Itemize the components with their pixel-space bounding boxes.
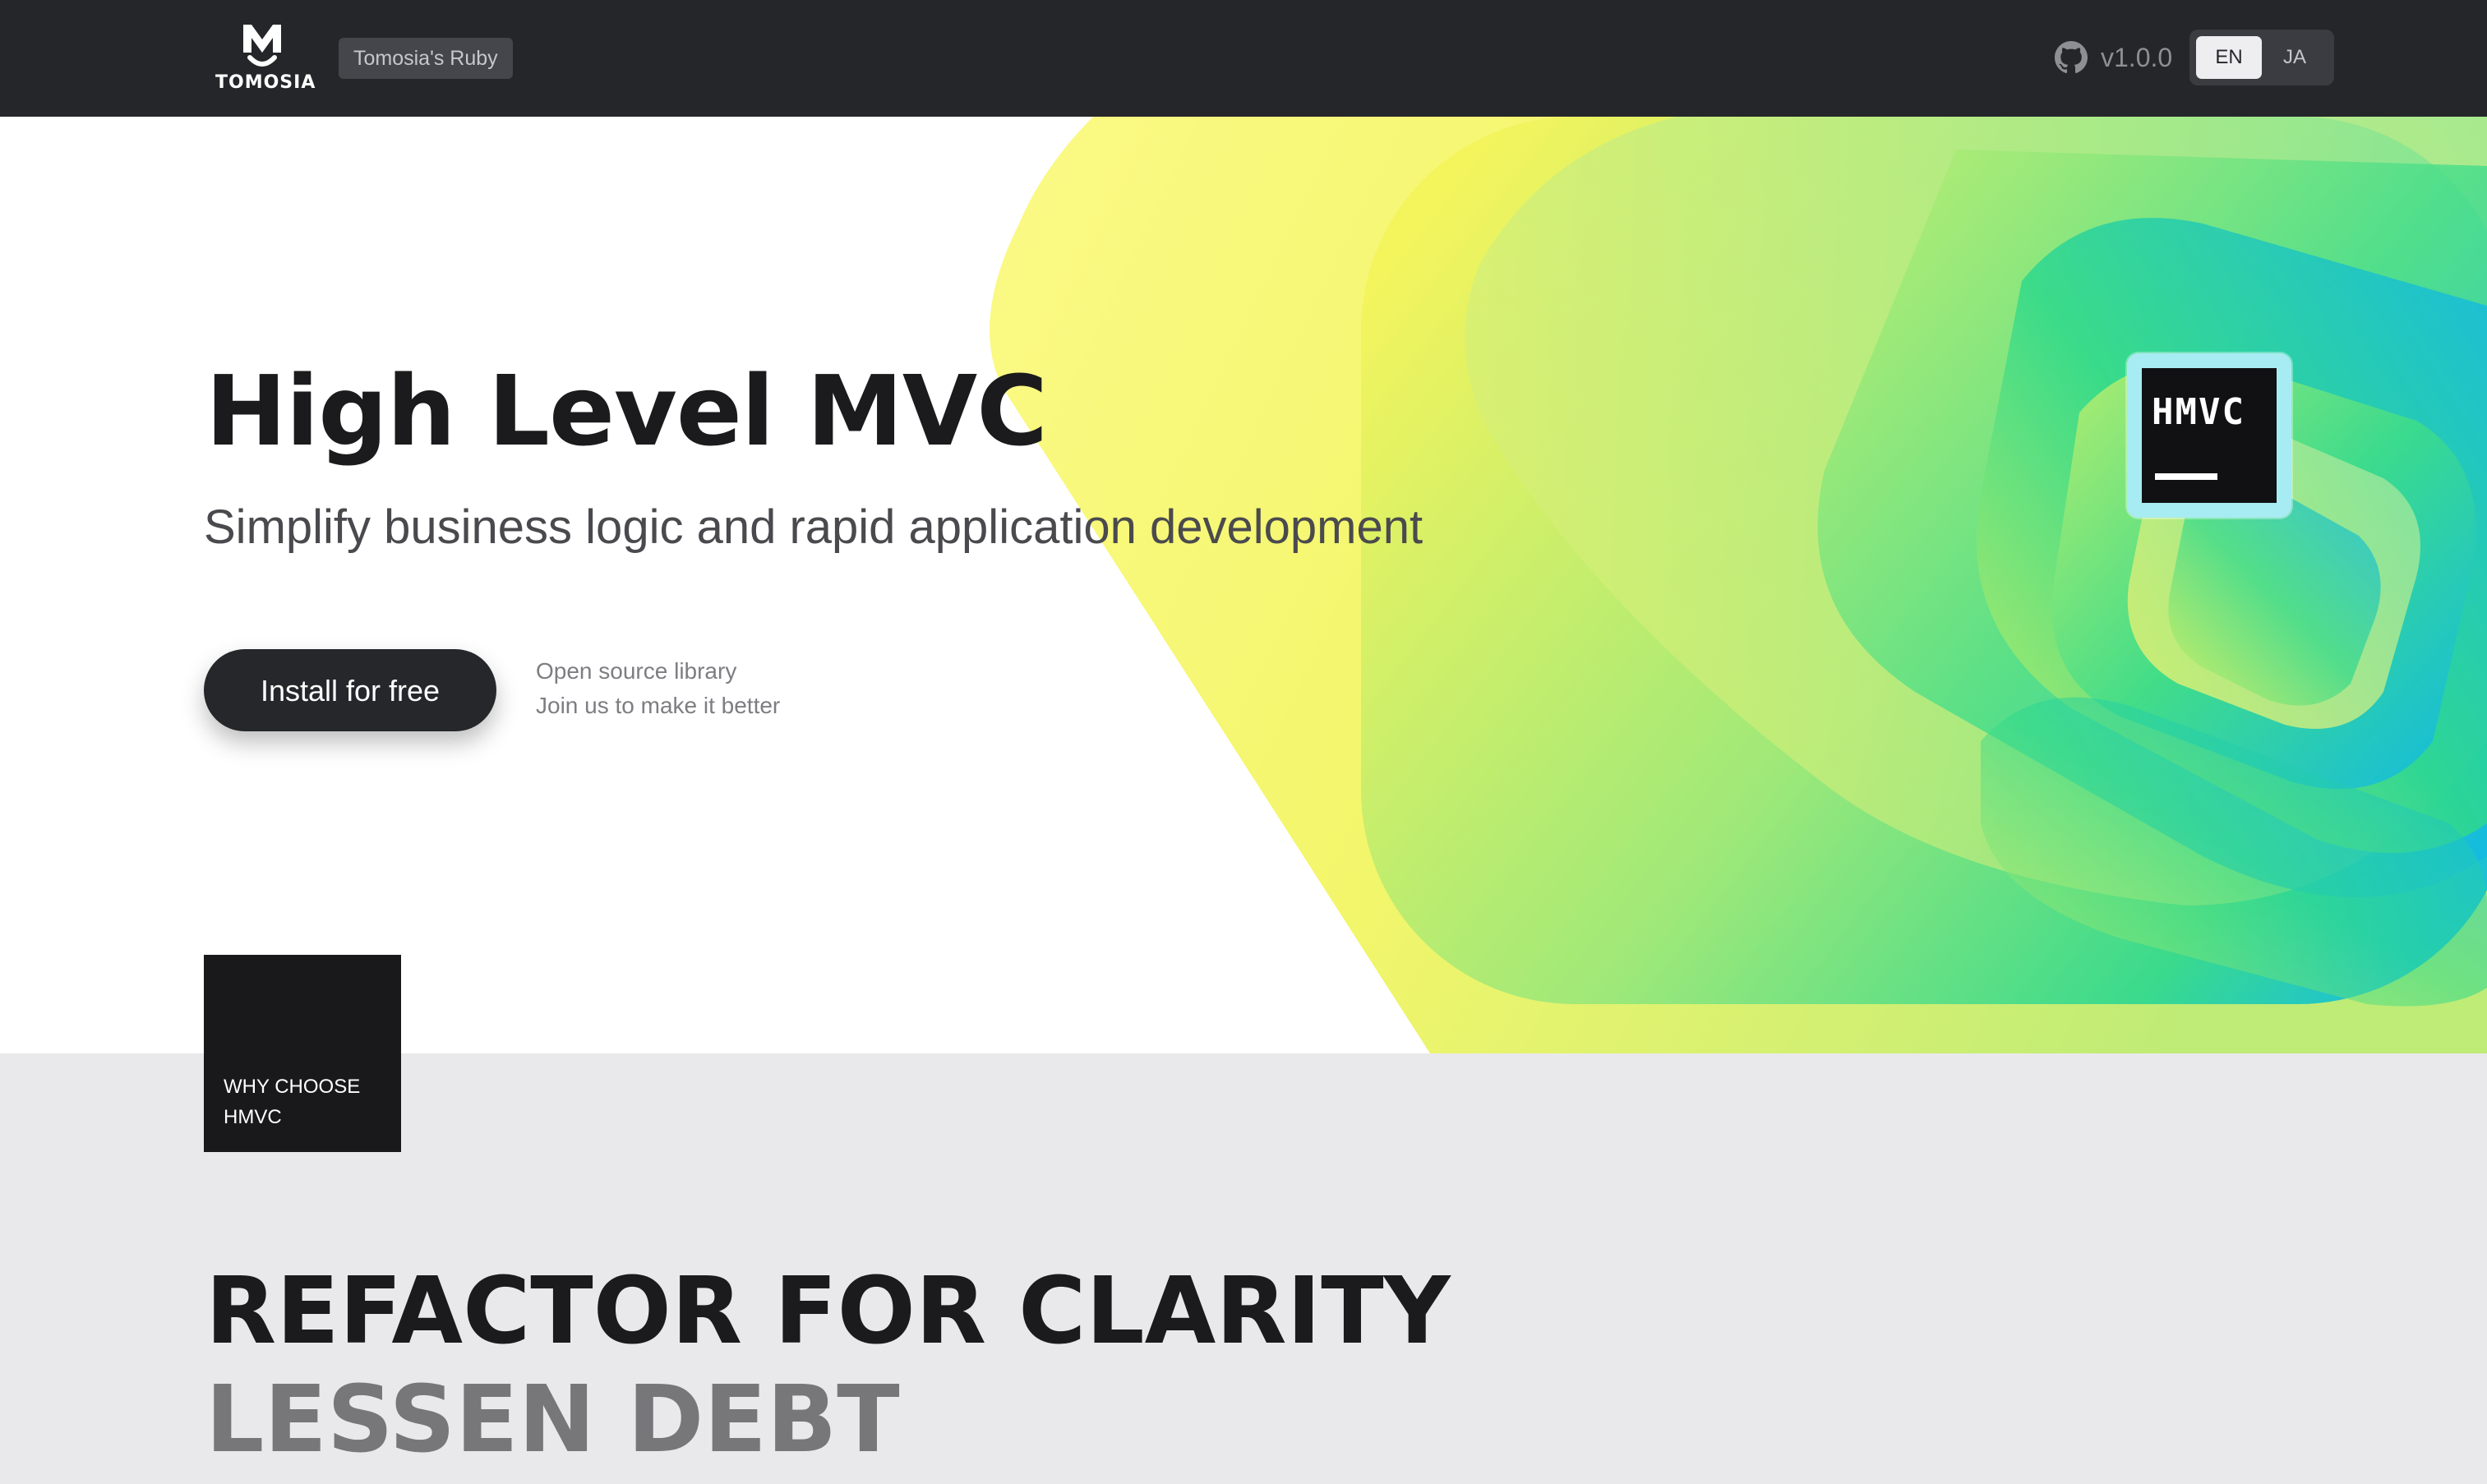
hmvc-badge-text: HMVC — [2152, 391, 2245, 433]
top-nav-bar: TOMOSIA Tomosia's Ruby v1.0.0 EN JA — [0, 0, 2487, 117]
open-source-text: Open source library — [536, 658, 737, 684]
section-headline: REFACTOR FOR CLARITY — [205, 1258, 1451, 1365]
language-ja-button[interactable]: JA — [2262, 36, 2328, 79]
tomosia-m-icon — [243, 25, 281, 67]
tomosia-logo[interactable]: TOMOSIA — [215, 21, 316, 95]
why-choose-line1: WHY CHOOSE — [224, 1076, 361, 1098]
language-switcher: EN JA — [2189, 30, 2334, 85]
hero-illustration — [990, 117, 2487, 1053]
hero-title: High Level MVC — [205, 354, 1048, 468]
hmvc-badge: HMVC — [2127, 353, 2291, 518]
github-icon[interactable] — [2055, 41, 2088, 74]
hero-subtitle: Simplify business logic and rapid applic… — [204, 500, 1423, 554]
cursor-bar-icon — [2155, 473, 2217, 480]
why-choose-box: WHY CHOOSE HMVC — [204, 955, 401, 1152]
join-us-text: Join us to make it better — [536, 693, 781, 718]
install-note: Open source library Join us to make it b… — [536, 654, 780, 723]
brand-name: TOMOSIA — [215, 72, 316, 93]
why-choose-line2: HMVC — [224, 1106, 282, 1128]
why-choose-label: WHY CHOOSE HMVC — [224, 1072, 360, 1132]
section-subheadline: LESSEN DEBT — [205, 1366, 900, 1473]
version-label[interactable]: v1.0.0 — [2101, 39, 2172, 76]
language-en-button[interactable]: EN — [2196, 36, 2262, 79]
hmvc-badge-inner: HMVC — [2142, 368, 2277, 503]
repo-tag[interactable]: Tomosia's Ruby — [339, 38, 513, 79]
install-button[interactable]: Install for free — [204, 649, 496, 731]
